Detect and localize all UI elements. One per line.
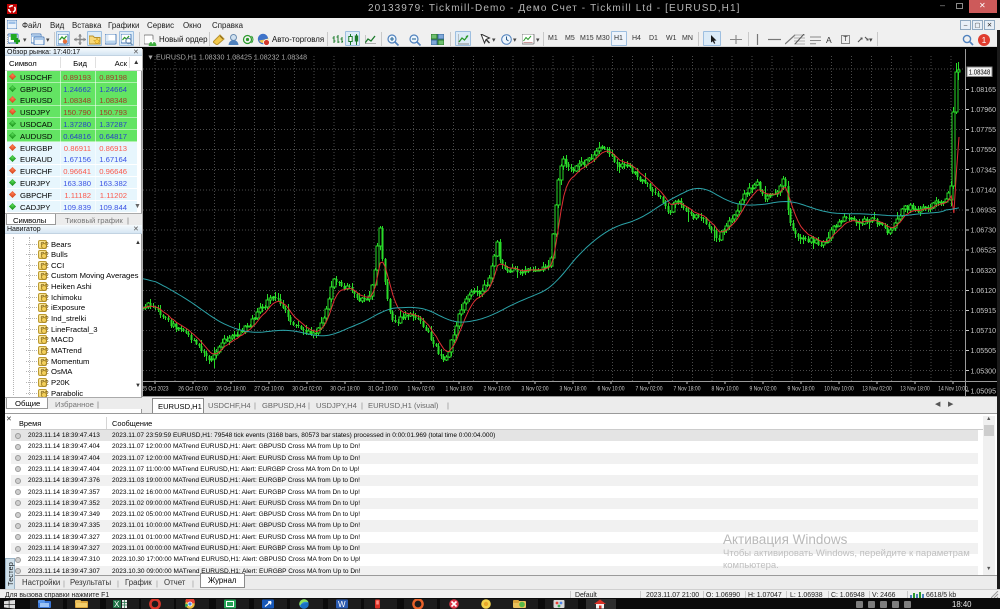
svg-text:30 Oct 18:00: 30 Oct 18:00 [330, 385, 360, 392]
svg-text:6 Nov 10:00: 6 Nov 10:00 [598, 385, 625, 392]
svg-text:1 Nov 02:00: 1 Nov 02:00 [408, 385, 435, 392]
svg-text:W: W [338, 600, 346, 609]
svg-text:26 Oct 18:00: 26 Oct 18:00 [216, 385, 246, 392]
svg-text:3 Nov 02:00: 3 Nov 02:00 [522, 385, 549, 392]
svg-text:1.05095: 1.05095 [971, 388, 997, 395]
svg-text:1.07345: 1.07345 [971, 167, 997, 174]
svg-text:1.07960: 1.07960 [971, 107, 997, 114]
svg-text:1.06730: 1.06730 [971, 228, 997, 235]
svg-text:1 Nov 18:00: 1 Nov 18:00 [446, 385, 473, 392]
svg-text:1.07140: 1.07140 [971, 187, 997, 194]
svg-text:14 Nov 10:00: 14 Nov 10:00 [938, 385, 968, 392]
svg-text:1.06525: 1.06525 [971, 248, 997, 255]
svg-text:7 Nov 18:00: 7 Nov 18:00 [674, 385, 701, 392]
svg-text:1.08165: 1.08165 [971, 87, 997, 94]
svg-text:30 Oct 02:00: 30 Oct 02:00 [292, 385, 322, 392]
svg-text:27 Oct 10:00: 27 Oct 10:00 [254, 385, 284, 392]
svg-text:25 Oct 2023: 25 Oct 2023 [142, 385, 169, 392]
svg-text:9 Nov 02:00: 9 Nov 02:00 [750, 385, 777, 392]
svg-text:13 Nov 02:00: 13 Nov 02:00 [862, 385, 892, 392]
svg-text:3 Nov 18:00: 3 Nov 18:00 [560, 385, 587, 392]
svg-text:1.06320: 1.06320 [971, 268, 997, 275]
svg-text:31 Oct 10:00: 31 Oct 10:00 [368, 385, 398, 392]
svg-text:1.05505: 1.05505 [971, 348, 997, 355]
svg-text:1.08348: 1.08348 [969, 69, 991, 76]
svg-text:X: X [114, 600, 120, 609]
svg-text:▼ EURUSD,H1 1.08330 1.08425 1: ▼ EURUSD,H1 1.08330 1.08425 1.08232 1.08… [147, 54, 307, 62]
svg-text:1.05300: 1.05300 [971, 368, 997, 375]
svg-text:1.06120: 1.06120 [971, 288, 997, 295]
svg-text:7 Nov 02:00: 7 Nov 02:00 [636, 385, 663, 392]
svg-text:26 Oct 02:00: 26 Oct 02:00 [178, 385, 208, 392]
svg-text:1.07550: 1.07550 [971, 147, 997, 154]
svg-text:8 Nov 10:00: 8 Nov 10:00 [712, 385, 739, 392]
svg-text:1.05710: 1.05710 [971, 328, 997, 335]
svg-text:1.06935: 1.06935 [971, 208, 997, 215]
svg-text:1.05915: 1.05915 [971, 308, 997, 315]
svg-text:2 Nov 10:00: 2 Nov 10:00 [484, 385, 511, 392]
svg-text:13 Nov 18:00: 13 Nov 18:00 [900, 385, 930, 392]
svg-text:10 Nov 10:00: 10 Nov 10:00 [824, 385, 854, 392]
svg-text:1.07755: 1.07755 [971, 127, 997, 134]
svg-text:9 Nov 18:00: 9 Nov 18:00 [788, 385, 815, 392]
